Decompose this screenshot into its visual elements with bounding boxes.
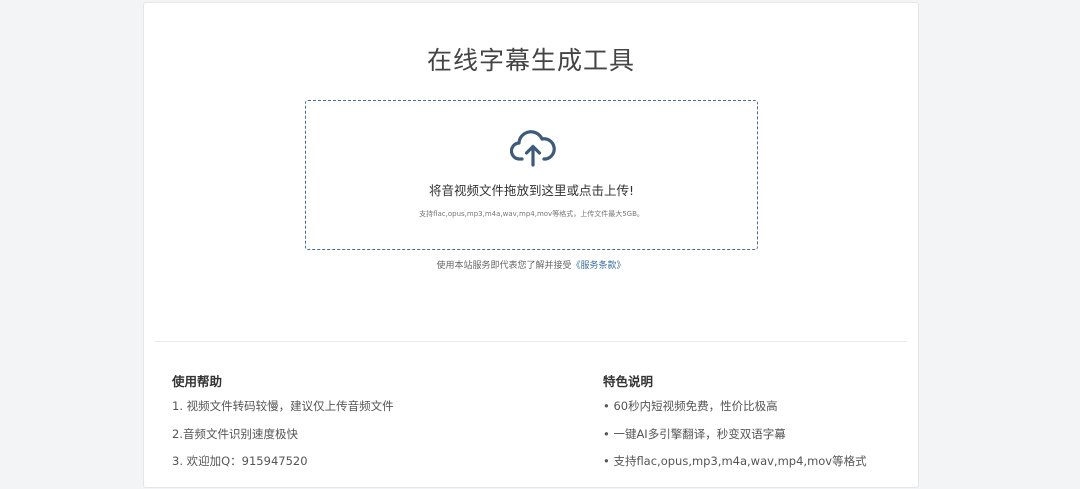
supported-formats-note: 支持flac,opus,mp3,m4a,wav,mp4,mov等格式，上传文件最… — [419, 210, 644, 218]
section-divider — [155, 341, 907, 342]
help-heading: 使用帮助 — [172, 374, 223, 389]
terms-of-service-link[interactable]: 《服务条款》 — [572, 261, 626, 271]
help-section: 使用帮助 1. 视频文件转码较慢，建议仅上传音频文件 2.音频文件识别速度极快 … — [172, 371, 394, 481]
feature-item: • 60秒内短视频免费，性价比极高 — [603, 399, 778, 413]
help-item: 2.音频文件识别速度极快 — [172, 426, 298, 441]
feature-item: • 一键AI多引擎翻译，秒变双语字幕 — [603, 426, 786, 441]
help-item: 3. 欢迎加Q：915947520 — [172, 454, 308, 468]
page-title: 在线字幕生成工具 — [426, 46, 635, 75]
features-section: 特色说明 • 60秒内短视频免费，性价比极高 • 一键AI多引擎翻译，秒变双语字… — [603, 371, 867, 481]
terms-notice: 使用本站服务即代表您了解并接受《服务条款》 — [144, 258, 918, 271]
dropzone-label: 将音视频文件拖放到这里或点击上传! — [428, 183, 634, 198]
terms-prefix: 使用本站服务即代表您了解并接受 — [436, 261, 572, 271]
feature-item: • 支持flac,opus,mp3,m4a,wav,mp4,mov等格式 — [603, 454, 867, 468]
main-card: 在线字幕生成工具 将音视频文件拖放到这里或点击上传! 支持flac,opus,m… — [143, 2, 919, 488]
cloud-upload-icon — [510, 130, 556, 167]
features-heading: 特色说明 — [603, 374, 654, 389]
help-item: 1. 视频文件转码较慢，建议仅上传音频文件 — [172, 399, 394, 413]
upload-dropzone[interactable]: 将音视频文件拖放到这里或点击上传! 支持flac,opus,mp3,m4a,wa… — [305, 100, 758, 250]
